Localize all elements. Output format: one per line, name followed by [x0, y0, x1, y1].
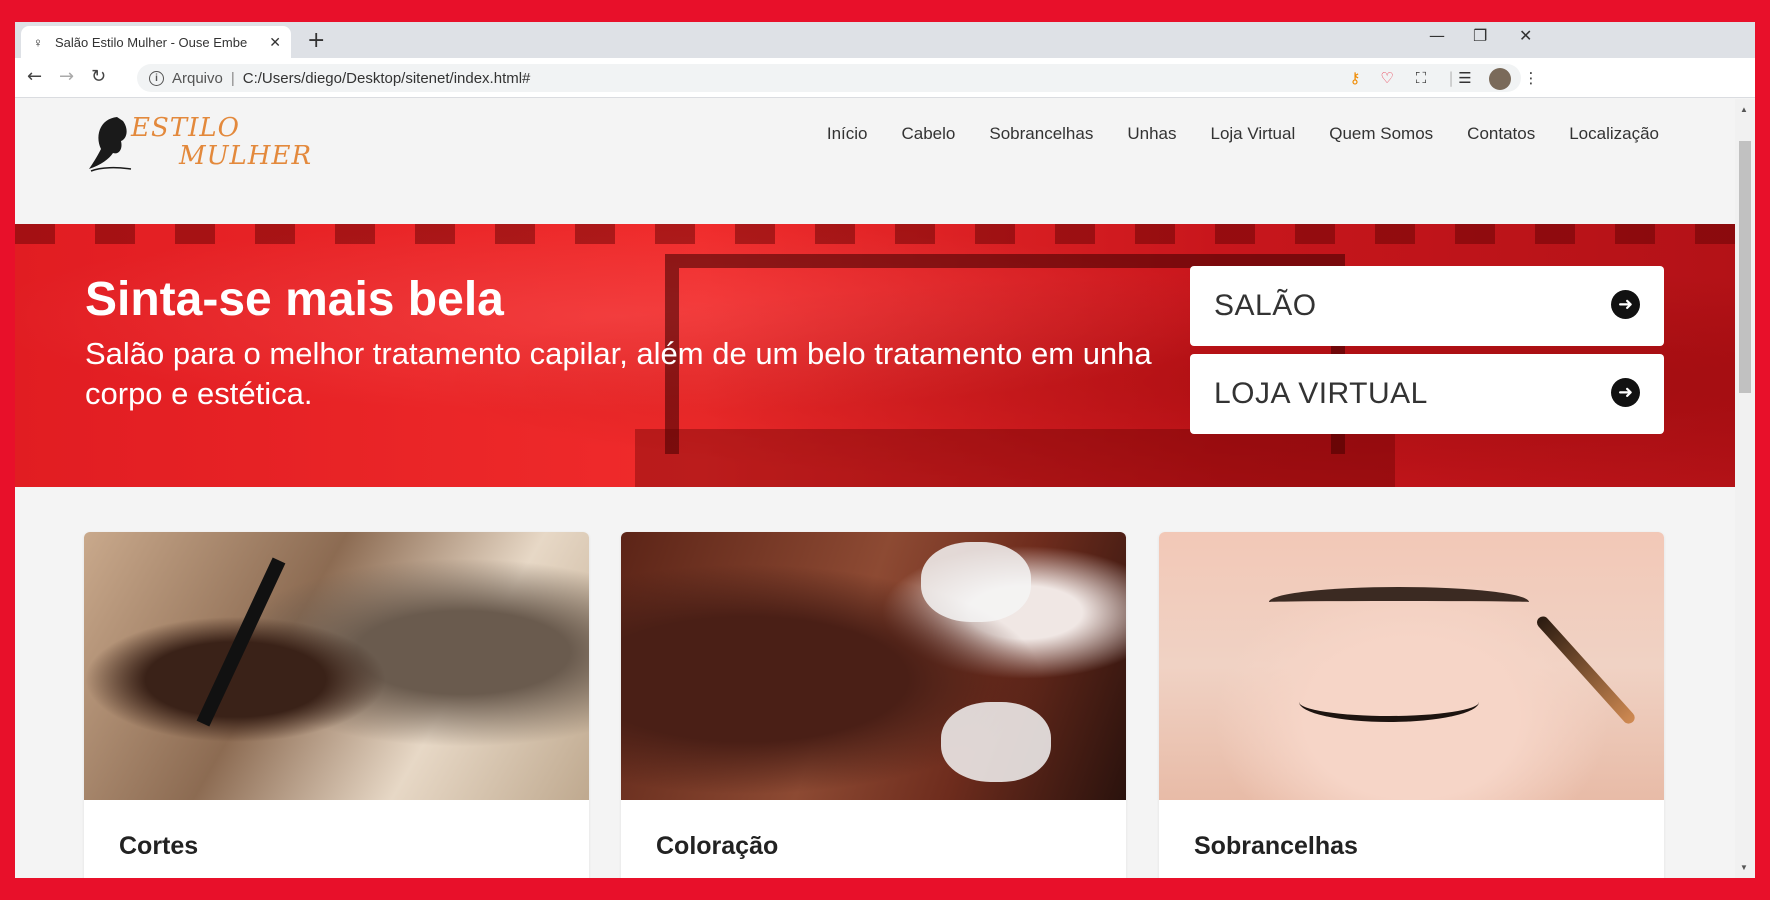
menu-item-contatos[interactable]: Contatos	[1467, 124, 1535, 144]
menu-item-inicio[interactable]: Início	[827, 124, 868, 144]
tab-strip: ♀ Salão Estilo Mulher - Ouse Embe ✕ + — …	[15, 22, 1755, 58]
hero-banner: Sinta-se mais bela Salão para o melhor t…	[15, 224, 1735, 487]
main-menu: Início Cabelo Sobrancelhas Unhas Loja Vi…	[827, 124, 1659, 144]
heart-extension-icon[interactable]: ♡	[1377, 68, 1397, 88]
salon-favicon-icon: ♀	[33, 34, 43, 50]
menu-item-localizacao[interactable]: Localização	[1569, 124, 1659, 144]
forward-button[interactable]: →	[59, 66, 74, 87]
browser-tab[interactable]: ♀ Salão Estilo Mulher - Ouse Embe ✕	[21, 26, 291, 58]
hero-title: Sinta-se mais bela	[85, 273, 504, 326]
arrow-circle-right-icon: ➜	[1611, 378, 1640, 407]
glove-shape	[921, 542, 1031, 622]
loja-virtual-button[interactable]: LOJA VIRTUAL ➜	[1190, 354, 1664, 434]
menu-item-cabelo[interactable]: Cabelo	[902, 124, 956, 144]
comb-shape	[196, 557, 286, 727]
logo-line1: ESTILO	[131, 113, 240, 143]
url-text[interactable]: C:/Users/diego/Desktop/sitenet/index.htm…	[243, 70, 531, 87]
menu-item-loja-virtual[interactable]: Loja Virtual	[1210, 124, 1295, 144]
address-bar[interactable]: i Arquivo | C:/Users/diego/Desktop/siten…	[137, 64, 1521, 92]
screenshot-extension-icon[interactable]: ⛶	[1411, 68, 1431, 88]
reload-button[interactable]: ↻	[91, 66, 106, 87]
salao-button-label: SALÃO	[1214, 289, 1317, 322]
menu-item-unhas[interactable]: Unhas	[1127, 124, 1176, 144]
page-scrollbar[interactable]: ▲ ▼	[1735, 99, 1755, 878]
tab-close-icon[interactable]: ✕	[269, 34, 281, 51]
hero-background-lights	[15, 224, 1735, 244]
eyebrow-shape	[1269, 587, 1529, 617]
coloracao-photo	[621, 532, 1126, 800]
glove-shape	[941, 702, 1051, 782]
loja-virtual-button-label: LOJA VIRTUAL	[1214, 377, 1428, 410]
hero-background-shelf	[635, 429, 1395, 487]
info-icon[interactable]: i	[149, 70, 164, 86]
scroll-up-icon[interactable]: ▲	[1740, 105, 1748, 114]
close-window-button[interactable]: ✕	[1519, 26, 1532, 45]
hero-subtitle: Salão para o melhor tratamento capilar, …	[85, 336, 1152, 411]
card-title-sobrancelhas: Sobrancelhas	[1194, 832, 1358, 860]
media-queue-icon[interactable]: ☰	[1455, 68, 1475, 88]
card-sobrancelhas[interactable]: Sobrancelhas	[1159, 532, 1664, 878]
arrow-circle-right-icon: ➜	[1611, 290, 1640, 319]
salao-button[interactable]: SALÃO ➜	[1190, 266, 1664, 346]
menu-item-quem-somos[interactable]: Quem Somos	[1329, 124, 1433, 144]
card-title-coloracao: Coloração	[656, 832, 779, 860]
browser-toolbar: ← → ↻ i Arquivo | C:/Users/diego/Desktop…	[15, 58, 1755, 98]
site-logo[interactable]: ESTILO MULHER	[87, 113, 311, 173]
menu-kebab-icon[interactable]: ⋮	[1521, 68, 1541, 88]
browser-window: ♀ Salão Estilo Mulher - Ouse Embe ✕ + — …	[15, 22, 1755, 878]
minimize-button[interactable]: —	[1429, 26, 1445, 45]
woman-silhouette-icon	[89, 117, 132, 172]
address-separator: |	[230, 69, 235, 87]
scrollbar-thumb[interactable]	[1739, 141, 1751, 393]
cortes-photo	[84, 532, 589, 800]
scheme-label: Arquivo	[172, 69, 223, 87]
key-extension-icon[interactable]: ⚷	[1345, 68, 1365, 88]
page-viewport: ESTILO MULHER Início Cabelo Sobrancelhas…	[15, 99, 1735, 878]
sobrancelhas-photo	[1159, 532, 1664, 800]
card-coloracao[interactable]: Coloração	[621, 532, 1126, 878]
scroll-down-icon[interactable]: ▼	[1740, 863, 1748, 872]
restore-button[interactable]: ❐	[1473, 26, 1487, 45]
brush-shape	[1534, 613, 1638, 727]
profile-avatar[interactable]	[1489, 68, 1511, 90]
card-title-cortes: Cortes	[119, 832, 199, 860]
eyelash-shape	[1299, 682, 1479, 722]
menu-item-sobrancelhas[interactable]: Sobrancelhas	[989, 124, 1093, 144]
card-cortes[interactable]: Cortes	[84, 532, 589, 878]
new-tab-button[interactable]: +	[307, 28, 325, 53]
tab-title: Salão Estilo Mulher - Ouse Embe	[55, 34, 248, 50]
back-button[interactable]: ←	[27, 66, 42, 87]
logo-line2: MULHER	[179, 141, 313, 171]
